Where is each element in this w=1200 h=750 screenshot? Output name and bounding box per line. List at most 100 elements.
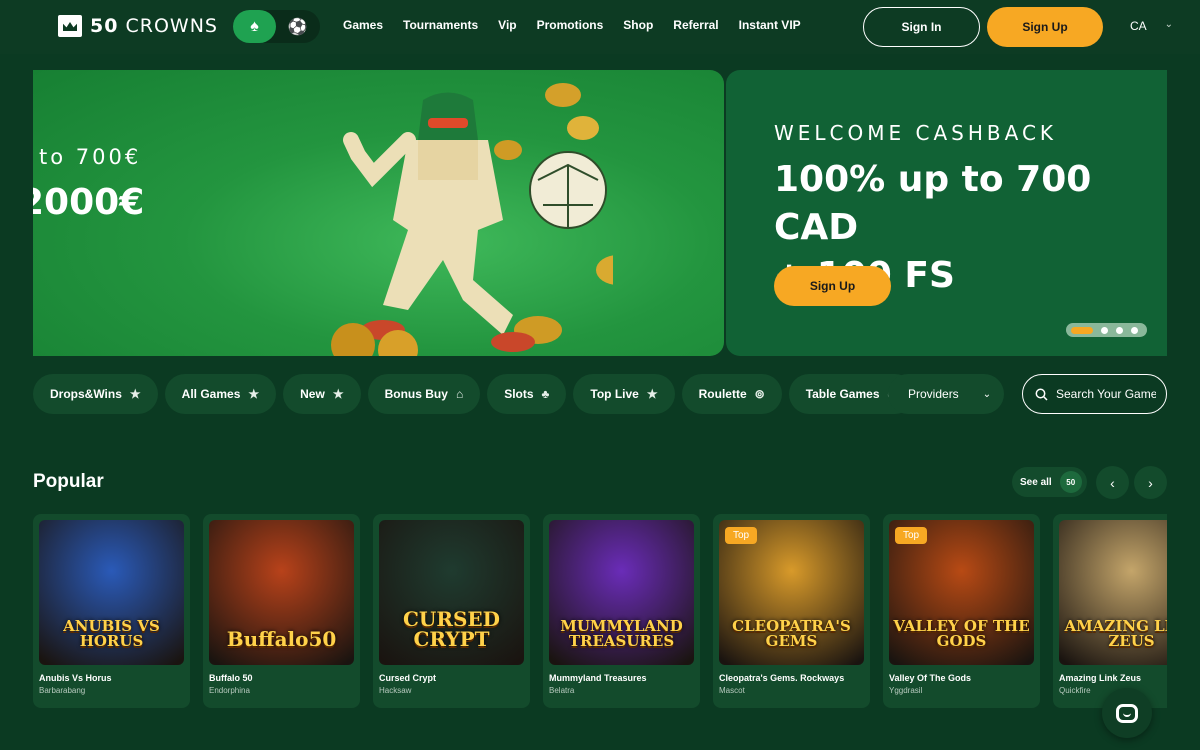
filter-chip-drops-wins[interactable]: Drops&Wins ★: [33, 374, 158, 414]
spade-icon: ♠: [250, 17, 259, 35]
filter-chip-label: Top Live: [590, 387, 639, 401]
game-thumbnail[interactable]: MUMMYLAND TREASURES: [549, 520, 694, 665]
game-name: Mummyland Treasures: [549, 673, 647, 683]
game-name: Cleopatra's Gems. Rockways: [719, 673, 845, 683]
cherries-icon: ♣: [541, 387, 550, 401]
filter-chip-label: New: [300, 387, 325, 401]
filter-chip-label: Table Games: [805, 387, 880, 401]
carousel-prev-button[interactable]: ‹: [1096, 466, 1129, 499]
game-provider: Belatra: [549, 686, 575, 695]
chevron-left-icon: ‹: [1110, 474, 1115, 491]
nav-vip[interactable]: Vip: [498, 18, 516, 32]
carousel-dot[interactable]: [1071, 326, 1093, 334]
filter-chip-new[interactable]: New ★: [283, 374, 361, 414]
filter-chip-slots[interactable]: Slots ♣: [487, 374, 567, 414]
game-card[interactable]: VALLEY OF THE GODS Top Valley Of The Gods Y…: [883, 514, 1040, 708]
game-card[interactable]: Buffalo50 Buffalo 50 Endorphina: [203, 514, 360, 708]
live-chat-button[interactable]: [1102, 688, 1152, 738]
language-code: CA: [1130, 19, 1147, 33]
popular-games-row: ANUBIS VS HORUS Anubis Vs Horus Barbaraban…: [33, 514, 1167, 708]
sport-mode-button[interactable]: ⚽: [276, 10, 319, 43]
game-name: Cursed Crypt: [379, 673, 437, 683]
game-card[interactable]: CURSED CRYPT Cursed Crypt Hacksaw: [373, 514, 530, 708]
nav-instant-vip[interactable]: Instant VIP: [739, 18, 801, 32]
chevron-down-icon: ⌄: [982, 388, 992, 400]
top-badge: Top: [725, 527, 758, 544]
game-provider: Barbarabang: [39, 686, 86, 695]
game-card[interactable]: CLEOPATRA'S GEMS Top Cleopatra's Gems. Roc…: [713, 514, 870, 708]
carousel-dot[interactable]: [1116, 326, 1123, 334]
carousel-next-button[interactable]: ›: [1134, 466, 1167, 499]
carousel-pagination: [1066, 323, 1147, 337]
game-provider: Quickfire: [1059, 686, 1091, 695]
filter-chip-roulette[interactable]: Roulette ⊚: [681, 374, 782, 414]
nav-shop[interactable]: Shop: [623, 18, 653, 32]
sign-up-button[interactable]: Sign Up: [987, 7, 1103, 47]
nav-referral[interactable]: Referral: [673, 18, 718, 32]
carousel-dot[interactable]: [1101, 326, 1108, 334]
filter-chip-bonus-buy[interactable]: Bonus Buy ⌂: [367, 374, 481, 414]
game-thumbnail[interactable]: Buffalo50: [209, 520, 354, 665]
nav-tournaments[interactable]: Tournaments: [403, 18, 478, 32]
game-card[interactable]: ANUBIS VS HORUS Anubis Vs Horus Barbaraban…: [33, 514, 190, 708]
banner-left-line1: to 700€: [39, 145, 142, 169]
nav-games[interactable]: Games: [343, 18, 383, 32]
banner-sign-up-button[interactable]: Sign Up: [774, 266, 891, 306]
top-header: 50 CROWNS ♠ ⚽ Games Tournaments Vip Prom…: [0, 0, 1200, 54]
main-nav: Games Tournaments Vip Promotions Shop Re…: [343, 18, 821, 32]
language-selector[interactable]: CA ⌄: [1130, 19, 1173, 33]
see-all-button[interactable]: See all 50: [1012, 467, 1087, 497]
game-thumbnail[interactable]: ANUBIS VS HORUS: [39, 520, 184, 665]
nav-promotions[interactable]: Promotions: [537, 18, 604, 32]
filter-chip-top-live[interactable]: Top Live ★: [573, 374, 675, 414]
game-logo-text: Buffalo50: [226, 627, 337, 651]
logo[interactable]: 50 CROWNS: [58, 15, 218, 37]
casino-mode-button[interactable]: ♠: [233, 10, 276, 43]
game-logo-text: VALLEY OF THE GODS: [893, 617, 1030, 650]
logo-number: 50: [90, 15, 119, 37]
game-card[interactable]: MUMMYLAND TREASURES Mummyland Treasures Be…: [543, 514, 700, 708]
banner-kicker: WELCOME CASHBACK: [774, 121, 1058, 145]
carousel-dot[interactable]: [1131, 326, 1138, 334]
star-icon: ★: [332, 387, 344, 401]
logo-word: CROWNS: [125, 15, 218, 37]
filter-chip-all-games[interactable]: All Games ★: [164, 374, 277, 414]
category-filters: Drops&Wins ★ All Games ★ New ★ Bonus Buy ⌂ Slots…: [33, 374, 915, 414]
chevron-down-icon: ⌄: [1164, 19, 1174, 30]
providers-label: Providers: [908, 387, 959, 401]
filter-chip-label: Roulette: [698, 387, 747, 401]
banner-character-illustration: [331, 83, 613, 356]
game-provider: Yggdrasil: [889, 686, 923, 695]
search-icon: [1035, 388, 1048, 401]
search-input[interactable]: [1056, 387, 1156, 401]
games-count-badge: 50: [1059, 471, 1082, 493]
game-name: Amazing Link Zeus: [1059, 673, 1142, 683]
gift-icon: ⌂: [455, 387, 464, 401]
promo-banner-previous[interactable]: to 700€ 2000€: [33, 70, 724, 356]
search-box[interactable]: [1022, 374, 1167, 414]
game-name: Buffalo 50: [209, 673, 253, 683]
game-card[interactable]: AMAZING LINK ZEUS Amazing Link Zeus Quickf…: [1053, 514, 1167, 708]
filter-chip-label: Drops&Wins: [50, 387, 122, 401]
casino-sport-toggle: ♠ ⚽: [233, 10, 320, 43]
sign-in-button[interactable]: Sign In: [863, 7, 980, 47]
game-name: Anubis Vs Horus: [39, 673, 112, 683]
promo-banner-welcome-cashback: WELCOME CASHBACK 100% up to 700 CAD + 10…: [726, 70, 1167, 356]
game-provider: Endorphina: [209, 686, 250, 695]
star-icon: ★: [248, 387, 260, 401]
roulette-icon: ⊚: [754, 387, 765, 401]
filter-chip-label: All Games: [181, 387, 241, 401]
game-logo-text: AMAZING LINK ZEUS: [1064, 617, 1167, 650]
game-thumbnail[interactable]: CURSED CRYPT: [379, 520, 524, 665]
banner-title-line1: 100% up to 700 CAD: [774, 159, 1092, 248]
section-title-popular: Popular: [33, 471, 104, 492]
banner-left-line2: 2000€: [33, 182, 145, 223]
game-provider: Hacksaw: [379, 686, 412, 695]
chat-icon: [1116, 703, 1138, 723]
filter-chip-label: Slots: [504, 387, 534, 401]
providers-dropdown[interactable]: Providers ⌄: [888, 374, 1004, 414]
top-badge: Top: [895, 527, 928, 544]
game-logo-text: MUMMYLAND TREASURES: [560, 617, 683, 650]
game-thumbnail[interactable]: AMAZING LINK ZEUS: [1059, 520, 1167, 665]
game-provider: Mascot: [719, 686, 745, 695]
